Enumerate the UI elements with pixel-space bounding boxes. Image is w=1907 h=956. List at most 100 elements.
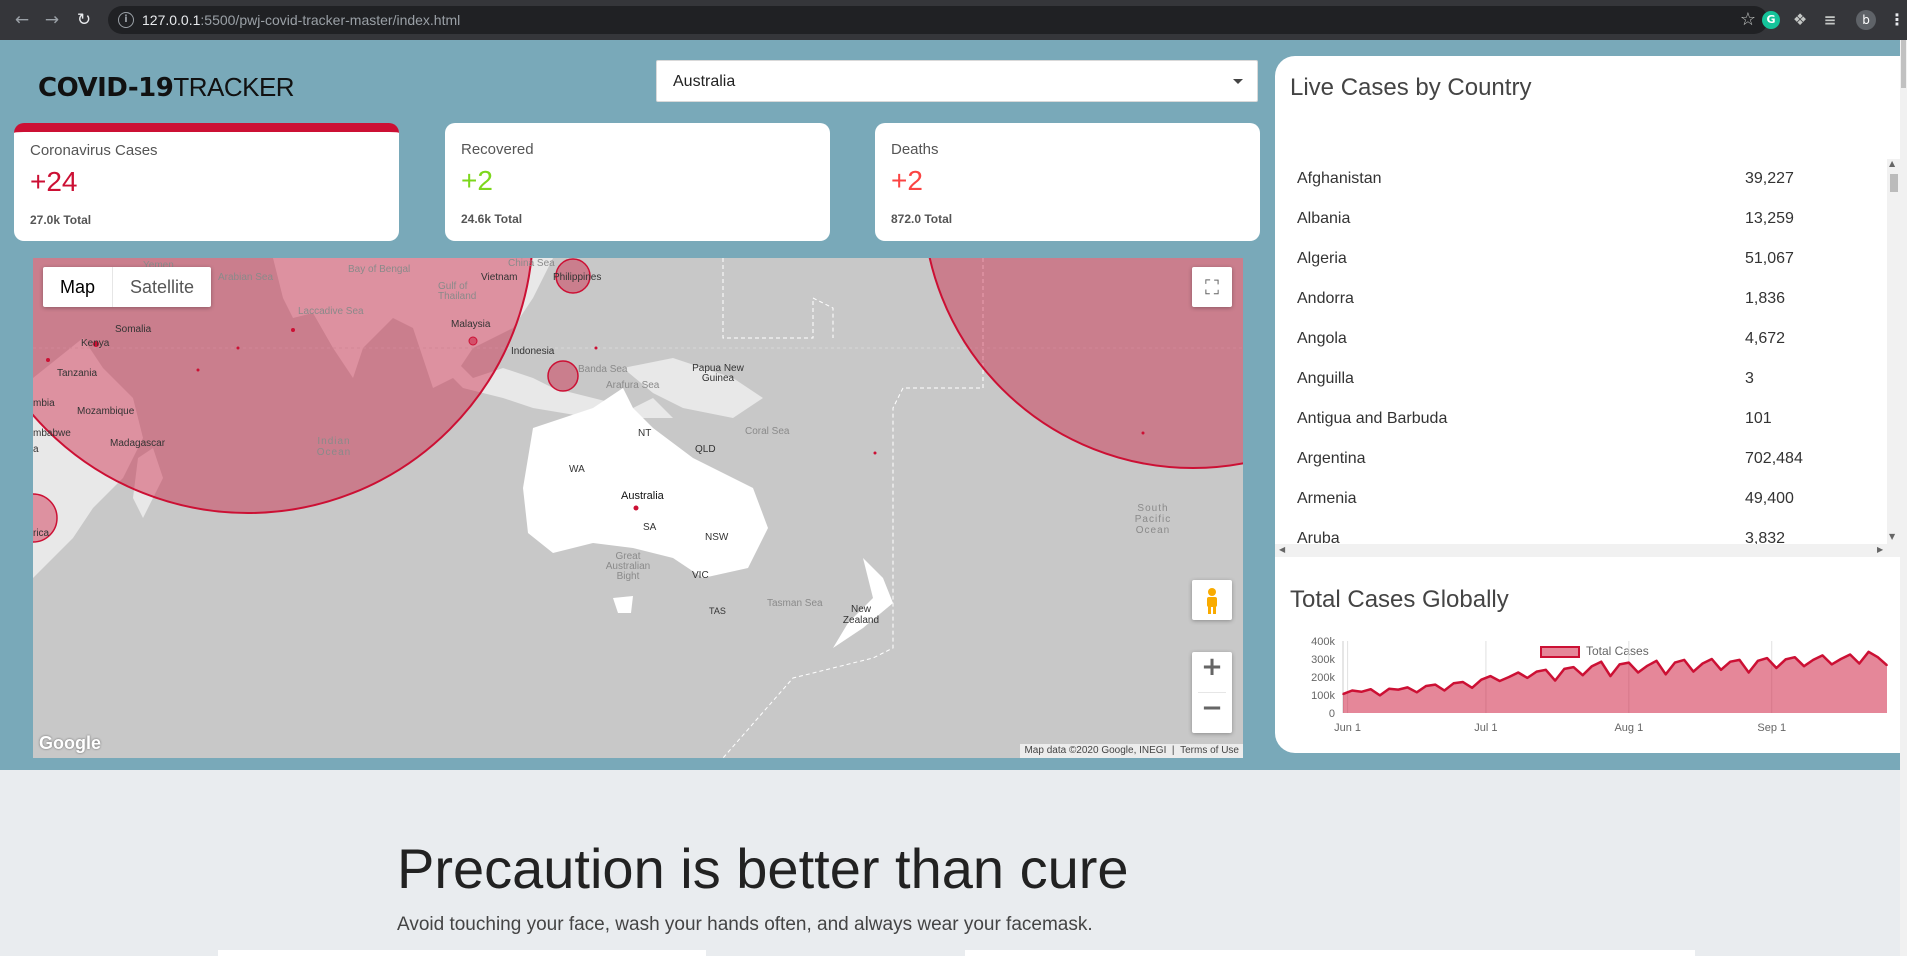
map-label: Bay of Bengal xyxy=(348,264,411,275)
fullscreen-icon[interactable]: ⛶ xyxy=(1192,267,1232,307)
data-point xyxy=(1489,675,1492,677)
data-point xyxy=(1794,656,1796,658)
map-label: SA xyxy=(643,522,657,533)
map-type-satellite-button[interactable]: Satellite xyxy=(113,267,211,307)
data-point xyxy=(1637,671,1639,674)
data-point xyxy=(1858,662,1861,665)
scroll-down-icon[interactable]: ▼ xyxy=(1889,532,1895,541)
address-bar[interactable]: i 127.0.0.1:5500/pwj-covid-tracker-maste… xyxy=(108,6,1768,34)
data-point xyxy=(1572,666,1575,668)
data-point xyxy=(1849,653,1851,656)
reading-list-icon[interactable]: ≡ xyxy=(1821,11,1839,29)
table-horizontal-scrollbar[interactable]: ◀ ▶ xyxy=(1275,544,1900,557)
map-label: Australia xyxy=(621,490,664,502)
x-tick-label: Aug 1 xyxy=(1614,722,1643,734)
data-point xyxy=(1360,691,1363,693)
card-deaths[interactable]: Deaths +2 872.0 Total xyxy=(875,123,1260,241)
precaution-section: Precaution is better than cure Avoid tou… xyxy=(397,836,1129,935)
map-type-map-button[interactable]: Map xyxy=(43,267,114,307)
y-tick-label: 100k xyxy=(1311,690,1335,702)
country-name: Anguilla xyxy=(1297,370,1354,387)
card-title: Recovered xyxy=(461,141,534,158)
data-point xyxy=(1747,671,1750,674)
card-recovered[interactable]: Recovered +2 24.6k Total xyxy=(445,123,830,241)
extensions-puzzle-icon[interactable]: ❖ xyxy=(1791,11,1809,29)
grammarly-extension-icon[interactable]: G xyxy=(1762,11,1780,29)
bookmark-star-icon[interactable]: ☆ xyxy=(1740,9,1756,30)
info-card xyxy=(965,950,1695,956)
data-point xyxy=(1471,687,1473,689)
map-label: Philippines xyxy=(553,272,602,283)
country-cases: 51,067 xyxy=(1745,250,1794,267)
data-point xyxy=(1425,685,1427,687)
card-value: +2 xyxy=(461,165,493,196)
browser-toolbar: ← → ↻ i 127.0.0.1:5500/pwj-covid-tracker… xyxy=(0,0,1907,40)
card-coronavirus-cases[interactable]: Coronavirus Cases +24 27.0k Total xyxy=(14,123,399,241)
data-point xyxy=(1821,654,1824,657)
data-point xyxy=(1609,675,1612,677)
browser-menu-icon[interactable]: ⋮ xyxy=(1888,11,1906,29)
scroll-right-icon[interactable]: ▶ xyxy=(1877,545,1883,554)
data-point xyxy=(1618,663,1621,666)
data-point xyxy=(1729,660,1732,663)
pegman-icon[interactable] xyxy=(1192,580,1232,620)
data-point xyxy=(1692,670,1695,673)
table-vertical-scrollbar[interactable]: ▲ ▼ xyxy=(1887,159,1900,544)
data-point xyxy=(1351,689,1353,692)
total-cases-chart[interactable]: 0 100k 200k 300k 400k Jun 1 Jul 1 Aug 1 Sep 1 xyxy=(1275,616,1900,766)
zoom-out-icon[interactable]: − xyxy=(1192,693,1232,733)
y-tick-label: 200k xyxy=(1311,672,1335,684)
table-row: Argentina 702,484 xyxy=(1275,439,1887,479)
data-point xyxy=(1369,688,1372,690)
scroll-left-icon[interactable]: ◀ xyxy=(1279,545,1285,554)
map-label: NT xyxy=(638,428,652,439)
table-row: Armenia 49,400 xyxy=(1275,479,1887,519)
map-label: rica xyxy=(33,528,50,539)
back-icon[interactable]: ← xyxy=(12,10,32,30)
data-point xyxy=(1443,689,1446,692)
info-card xyxy=(218,950,706,956)
data-point xyxy=(1508,676,1510,678)
live-cases-table[interactable]: Afghanistan 39,227 Albania 13,259 Algeria 5… xyxy=(1275,159,1887,544)
table-row: Angola 4,672 xyxy=(1275,319,1887,359)
scrollbar-thumb[interactable] xyxy=(1901,40,1906,88)
address-url[interactable]: 127.0.0.1:5500/pwj-covid-tracker-master/… xyxy=(142,12,460,28)
hero-section: COVID-19TRACKER Australia Coronavirus Ca… xyxy=(0,40,1900,770)
data-point xyxy=(1342,693,1344,695)
country-name: Armenia xyxy=(1297,490,1357,507)
data-point xyxy=(1803,665,1805,667)
country-select[interactable]: Australia xyxy=(656,60,1258,102)
table-row: Andorra 1,836 xyxy=(1275,279,1887,319)
chevron-down-icon xyxy=(1233,79,1243,84)
world-map[interactable]: Yemen Arabian Sea Bay of Bengal China Se… xyxy=(33,258,1243,758)
data-point xyxy=(1480,678,1483,681)
profile-avatar[interactable]: b xyxy=(1856,10,1876,30)
map-label: mbabwe xyxy=(33,428,71,439)
table-row: Albania 13,259 xyxy=(1275,199,1887,239)
scroll-up-icon[interactable]: ▲ xyxy=(1889,159,1895,168)
data-point xyxy=(1406,686,1409,689)
zoom-in-icon[interactable]: + xyxy=(1192,652,1232,692)
page-scrollbar[interactable] xyxy=(1900,40,1907,956)
data-point xyxy=(1886,664,1888,667)
map-label: New Zealand xyxy=(842,604,880,626)
precaution-heading: Precaution is better than cure xyxy=(397,837,1129,900)
data-point xyxy=(1545,669,1547,671)
reload-icon[interactable]: ↻ xyxy=(74,10,94,30)
table-row: Algeria 51,067 xyxy=(1275,239,1887,279)
precaution-text: Avoid touching your face, wash your hand… xyxy=(397,914,1093,935)
site-info-icon[interactable]: i xyxy=(118,12,134,28)
zoom-control: + − xyxy=(1192,652,1232,733)
scrollbar-thumb[interactable] xyxy=(1890,174,1898,192)
forward-icon[interactable]: → xyxy=(42,10,62,30)
card-title: Deaths xyxy=(891,141,939,158)
country-name: Algeria xyxy=(1297,250,1347,267)
live-cases-title: Live Cases by Country xyxy=(1290,74,1532,101)
series-area-total-cases xyxy=(1343,651,1887,713)
data-point xyxy=(1655,660,1658,662)
terms-of-use-link[interactable]: Terms of Use xyxy=(1180,745,1239,756)
data-point xyxy=(1812,659,1814,661)
data-point xyxy=(1674,661,1676,664)
data-point xyxy=(1784,658,1787,661)
data-point xyxy=(1877,656,1879,658)
